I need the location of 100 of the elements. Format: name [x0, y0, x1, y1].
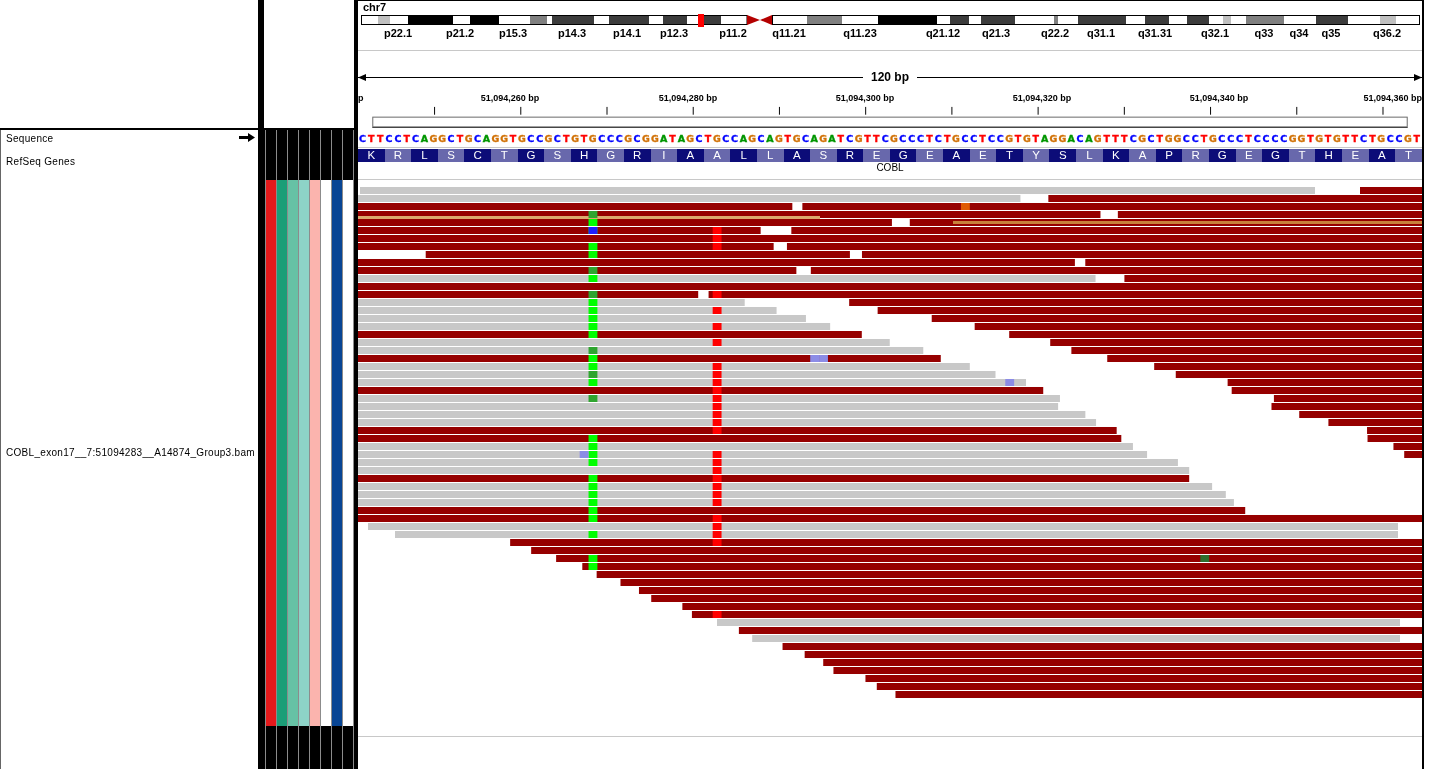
- nucleotide-letter: C: [393, 132, 403, 146]
- nucleotide-letter: C: [1075, 132, 1085, 146]
- nucleotide-letter: T: [668, 132, 677, 146]
- cytoband-label: p12.3: [659, 27, 689, 39]
- amino-acid: R: [836, 149, 864, 162]
- nucleotide-letter: T: [1306, 132, 1315, 146]
- cytoband-label: q31.1: [1086, 27, 1116, 39]
- nucleotide-letter: G: [544, 132, 553, 146]
- chromosome-name: chr7: [363, 1, 387, 14]
- nucleotide-letter: T: [1031, 132, 1040, 146]
- nucleotide-letter: G: [490, 132, 500, 146]
- amino-acid: G: [517, 149, 545, 162]
- nucleotide-letter: C: [384, 132, 394, 146]
- nucleotide-letter: C: [995, 132, 1005, 146]
- cytoband-label: p14.3: [557, 27, 587, 39]
- nucleotide-letter: T: [942, 132, 952, 146]
- amino-acid: T: [1288, 149, 1316, 162]
- nucleotide-letter: T: [1323, 132, 1333, 146]
- amino-acid: G: [889, 149, 917, 162]
- nucleotide-letter: A: [420, 132, 429, 146]
- nucleotide-letter: T: [579, 132, 589, 146]
- nucleotide-letter: G: [1137, 132, 1147, 146]
- cytoband-label: p11.2: [719, 27, 747, 39]
- amino-acid: R: [384, 149, 412, 162]
- nucleotide-letter: C: [1146, 132, 1156, 146]
- cytoband-label: q34: [1289, 27, 1309, 39]
- nucleotide-letter: G: [1288, 132, 1298, 146]
- amino-acid: Y: [1022, 149, 1050, 162]
- nucleotide-letter: G: [464, 132, 474, 146]
- amino-acid: H: [1315, 149, 1342, 162]
- right-arrow-icon[interactable]: [239, 133, 255, 142]
- nucleotide-letter: G: [1208, 132, 1218, 146]
- nucleotide-letter: C: [730, 132, 739, 146]
- amino-acid: T: [996, 149, 1023, 162]
- nucleotide-letter: T: [455, 132, 465, 146]
- nucleotide-letter: G: [685, 132, 695, 146]
- amino-acid: G: [1262, 149, 1289, 162]
- chromosome-ideogram[interactable]: [358, 14, 1422, 27]
- nucleotide-letter: T: [402, 132, 411, 146]
- amino-acid: R: [1182, 149, 1209, 162]
- nucleotide-letter: C: [800, 132, 810, 146]
- cytoband-label: q35: [1321, 27, 1341, 39]
- nucleotide-letter: G: [712, 132, 722, 146]
- span-length-label: 120 bp: [870, 70, 910, 84]
- amino-acid: A: [703, 149, 731, 162]
- nucleotide-letter: T: [1368, 132, 1377, 146]
- cytoband-label: p15.3: [498, 27, 528, 39]
- position-label: 51,094,360 bp: [1363, 92, 1422, 104]
- nucleotide-letter: G: [437, 132, 447, 146]
- nucleotide-letter: A: [659, 132, 669, 146]
- cytoband-label: p22.1: [383, 27, 413, 39]
- nucleotide-letter: C: [1394, 132, 1404, 146]
- nucleotide-letter: G: [951, 132, 961, 146]
- amino-acid: S: [437, 149, 465, 162]
- nucleotide-letter: T: [863, 132, 872, 146]
- amino-acid: L: [411, 149, 438, 162]
- track-name[interactable]: Sequence: [6, 133, 54, 145]
- nucleotide-letter: C: [845, 132, 855, 146]
- track-name[interactable]: RefSeq Genes: [6, 156, 76, 168]
- nucleotide-letter: G: [641, 132, 651, 146]
- nucleotide-letter: C: [898, 132, 908, 146]
- nucleotide-letter: C: [756, 132, 766, 146]
- nucleotide-letter: G: [774, 132, 784, 146]
- nucleotide-letter: C: [1181, 132, 1191, 146]
- nucleotide-letter: C: [907, 132, 917, 146]
- position-label: 51,094,300 bp: [835, 92, 895, 104]
- nucleotide-letter: C: [880, 132, 890, 146]
- cytoband-label: q11.21: [772, 27, 806, 39]
- cytoband-label: p14.1: [612, 27, 642, 39]
- amino-acid: E: [1341, 149, 1369, 162]
- amino-acid: L: [756, 149, 784, 162]
- nucleotide-letter: G: [428, 132, 438, 146]
- nucleotide-letter: T: [872, 132, 881, 146]
- gene-name: COBL: [876, 162, 904, 174]
- amino-acid: S: [544, 149, 571, 162]
- amino-acid: G: [1209, 149, 1236, 162]
- amino-acid: A: [943, 149, 970, 162]
- nucleotide-letter: G: [1403, 132, 1413, 146]
- nucleotide-letter: C: [1270, 132, 1280, 146]
- amino-acid: A: [1368, 149, 1396, 162]
- nucleotide-letter: C: [1279, 132, 1289, 146]
- track-name[interactable]: COBL_exon17__7:51094283__A14874_Group3.bam: [6, 447, 255, 459]
- nucleotide-letter: T: [1102, 132, 1111, 146]
- nucleotide-letter: C: [358, 132, 367, 146]
- position-label: 51,094,260 bp: [480, 92, 540, 104]
- nucleotide-letter: C: [1385, 132, 1395, 146]
- amino-acid: K: [1102, 149, 1130, 162]
- nucleotide-letter: G: [1173, 132, 1182, 146]
- nucleotide-letter: C: [552, 132, 562, 146]
- nucleotide-letter: C: [526, 132, 536, 146]
- amino-acid: R: [623, 149, 651, 162]
- nucleotide-letter: C: [411, 132, 420, 146]
- nucleotide-letter: T: [783, 132, 792, 146]
- nucleotide-letter: G: [1057, 132, 1067, 146]
- nucleotide-letter: G: [1164, 132, 1174, 146]
- nucleotide-letter: C: [446, 132, 456, 146]
- amino-acid: L: [730, 149, 757, 162]
- nucleotide-letter: G: [854, 132, 863, 146]
- amino-acid: I: [650, 149, 678, 162]
- nucleotide-letter: T: [836, 132, 846, 146]
